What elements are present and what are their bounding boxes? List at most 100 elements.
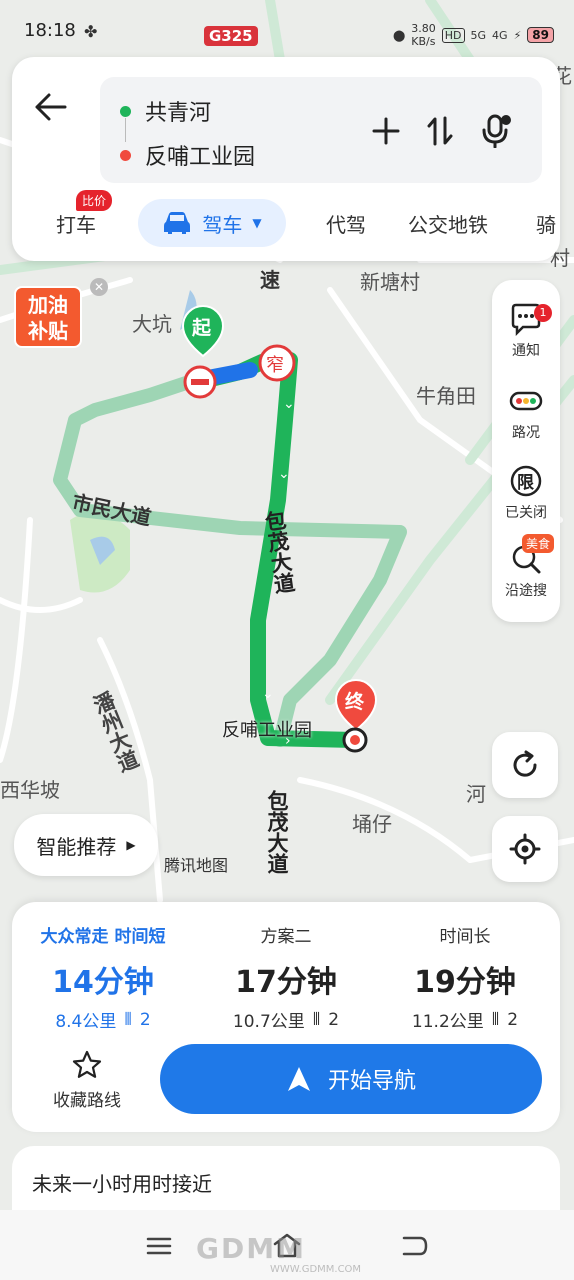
plan-meta: 11.2公里 ⦀ 2 [374, 1007, 556, 1033]
traffic-tool[interactable]: 路况 [492, 384, 560, 442]
restriction-label: 已关闭 [505, 505, 547, 521]
start-navigation-button[interactable]: 开始导航 [160, 1044, 542, 1114]
locate-icon [509, 833, 541, 865]
menu-icon[interactable] [146, 1236, 172, 1256]
restriction-icon-text: 限 [517, 473, 534, 493]
plan-tag: 大众常走 时间短 [40, 927, 166, 947]
destination-dot-icon [120, 149, 131, 161]
smart-recommend-button[interactable]: 智能推荐 ▶ [14, 814, 158, 876]
location-icon: ⬤ [392, 28, 406, 42]
microphone-icon [482, 114, 511, 148]
plan-lights: 2 [328, 1009, 340, 1030]
route-plans-panel: 大众常走 时间短 14分钟 8.4公里 ⦀ 2 方案二 17分钟 10.7公里 … [12, 902, 560, 1132]
favorite-route-button[interactable]: 收藏路线 [42, 1050, 132, 1111]
map-label-xihuapo: 西华坡 [0, 778, 60, 802]
origin-dot-icon [120, 105, 131, 117]
net-speed-value: 3.80 [411, 22, 436, 35]
tab-taxi[interactable]: 打车 [56, 209, 96, 238]
map-label-niujiaotian: 牛角田 [416, 384, 476, 408]
plan-distance: 10.7公里 [232, 1012, 305, 1032]
food-badge: 美食 [522, 534, 555, 553]
origin-field[interactable]: 共青河 [145, 95, 211, 127]
navigation-arrow-icon [287, 1067, 310, 1091]
map-label-destination: 反哺工业园 [222, 720, 312, 741]
narrow-road-label: 窄 [266, 355, 284, 376]
tab-transit[interactable]: 公交地铁 [408, 209, 488, 238]
fuel-promo-line1: 加油 [28, 293, 68, 317]
plan-distance: 11.2公里 [411, 1012, 484, 1032]
svg-text:⌄: ⌄ [283, 396, 295, 412]
signal-5g: 5G [470, 28, 487, 42]
plan-distance: 8.4公里 [55, 1012, 117, 1032]
charging-icon: ⚡ [513, 28, 522, 42]
future-traffic-text: 未来一小时用时接近 [32, 1172, 212, 1196]
star-icon [72, 1050, 102, 1078]
refresh-button[interactable] [492, 732, 558, 798]
status-right: ⬤ 3.80 KB/s HD 5G 4G ⚡ 89 [393, 22, 554, 48]
plan-meta: 8.4公里 ⦀ 2 [12, 1007, 194, 1033]
tab-designated-driver[interactable]: 代驾 [326, 209, 366, 238]
watermark-url: WWW.GDMM.COM [270, 1264, 362, 1275]
start-marker-label: 起 [191, 317, 212, 339]
close-promo-icon[interactable]: ✕ [90, 278, 108, 296]
plan-lights: 2 [507, 1009, 519, 1030]
plan-tag: 时间长 [439, 927, 491, 947]
end-marker-label: 终 [345, 690, 365, 713]
car-icon [164, 212, 191, 234]
net-speed: 3.80 KB/s [411, 22, 436, 48]
svg-text:⌄: ⌄ [262, 686, 274, 702]
destination-field[interactable]: 反哺工业园 [145, 139, 255, 171]
narrow-road-marker: 窄 [258, 344, 296, 382]
traffic-light-count-icon: ⦀ [124, 1009, 132, 1030]
route-search-card: 共青河 反哺工业园 打车 驾车 ▼ 代驾 公交地铁 骑 [12, 57, 560, 261]
plus-icon [372, 117, 400, 145]
locate-button[interactable] [492, 816, 558, 882]
price-compare-badge: 比价 [76, 190, 113, 211]
map-side-toolbar: 通知 1 路况 限 已关闭 沿途搜 美食 [492, 280, 560, 622]
map-label-he: 河 [466, 782, 486, 806]
traffic-light-count-icon: ⦀ [491, 1009, 500, 1030]
plan-tag: 方案二 [260, 927, 312, 947]
signal-4g: 4G [492, 28, 508, 42]
plan-time: 14分钟 [52, 965, 154, 1000]
tab-drive-label: 驾车 [202, 212, 243, 237]
route-plan-2[interactable]: 方案二 17分钟 10.7公里 ⦀ 2 [195, 922, 377, 1032]
notifications-label: 通知 [512, 343, 540, 359]
favorite-label: 收藏路线 [53, 1091, 121, 1111]
status-time: 18:18 [24, 20, 76, 41]
start-navigation-label: 开始导航 [327, 1069, 416, 1094]
plan-time: 19分钟 [414, 965, 516, 1000]
route-plan-1[interactable]: 大众常走 时间短 14分钟 8.4公里 ⦀ 2 [12, 922, 194, 1032]
plan-lights: 2 [139, 1009, 151, 1030]
swap-route-button[interactable] [422, 113, 458, 149]
route-input-box: 共青河 反哺工业园 [100, 77, 542, 183]
fan-icon: ✤ [84, 22, 98, 41]
map-label-su: 速 [260, 268, 280, 292]
svg-text:⌄: ⌄ [278, 466, 290, 482]
back-button[interactable] [30, 87, 70, 127]
add-waypoint-button[interactable] [368, 113, 404, 149]
caret-right-icon: ▶ [126, 838, 136, 852]
map-label-xintang: 新塘村 [360, 270, 420, 294]
notification-count: 1 [534, 304, 552, 322]
tab-bike[interactable]: 骑 [536, 209, 556, 238]
tab-drive[interactable]: 驾车 ▼ [138, 199, 286, 247]
route-plan-3[interactable]: 时间长 19分钟 11.2公里 ⦀ 2 [374, 922, 556, 1032]
swap-icon [427, 116, 453, 146]
hd-icon: HD [441, 27, 465, 43]
fuel-promo-line2: 补贴 [28, 319, 68, 343]
traffic-label: 路况 [512, 425, 540, 441]
plan-time: 17分钟 [235, 965, 337, 1000]
restriction-tool[interactable]: 限 已关闭 [492, 464, 560, 522]
back-nav-icon[interactable] [400, 1234, 428, 1258]
smart-recommend-label: 智能推荐 [36, 834, 117, 859]
origin-row[interactable]: 共青河 [120, 95, 211, 127]
fuel-subsidy-promo[interactable]: 加油 补贴 [14, 286, 82, 348]
road-badge: G325 [204, 26, 258, 46]
destination-row[interactable]: 反哺工业园 [120, 139, 255, 171]
restriction-icon: 限 [510, 465, 542, 497]
voice-input-button[interactable] [478, 113, 514, 149]
refresh-icon [513, 750, 537, 777]
road-label-baomao-2: 包茂大道 [265, 790, 289, 874]
tencent-map-logo: 腾讯地图 [164, 856, 229, 875]
